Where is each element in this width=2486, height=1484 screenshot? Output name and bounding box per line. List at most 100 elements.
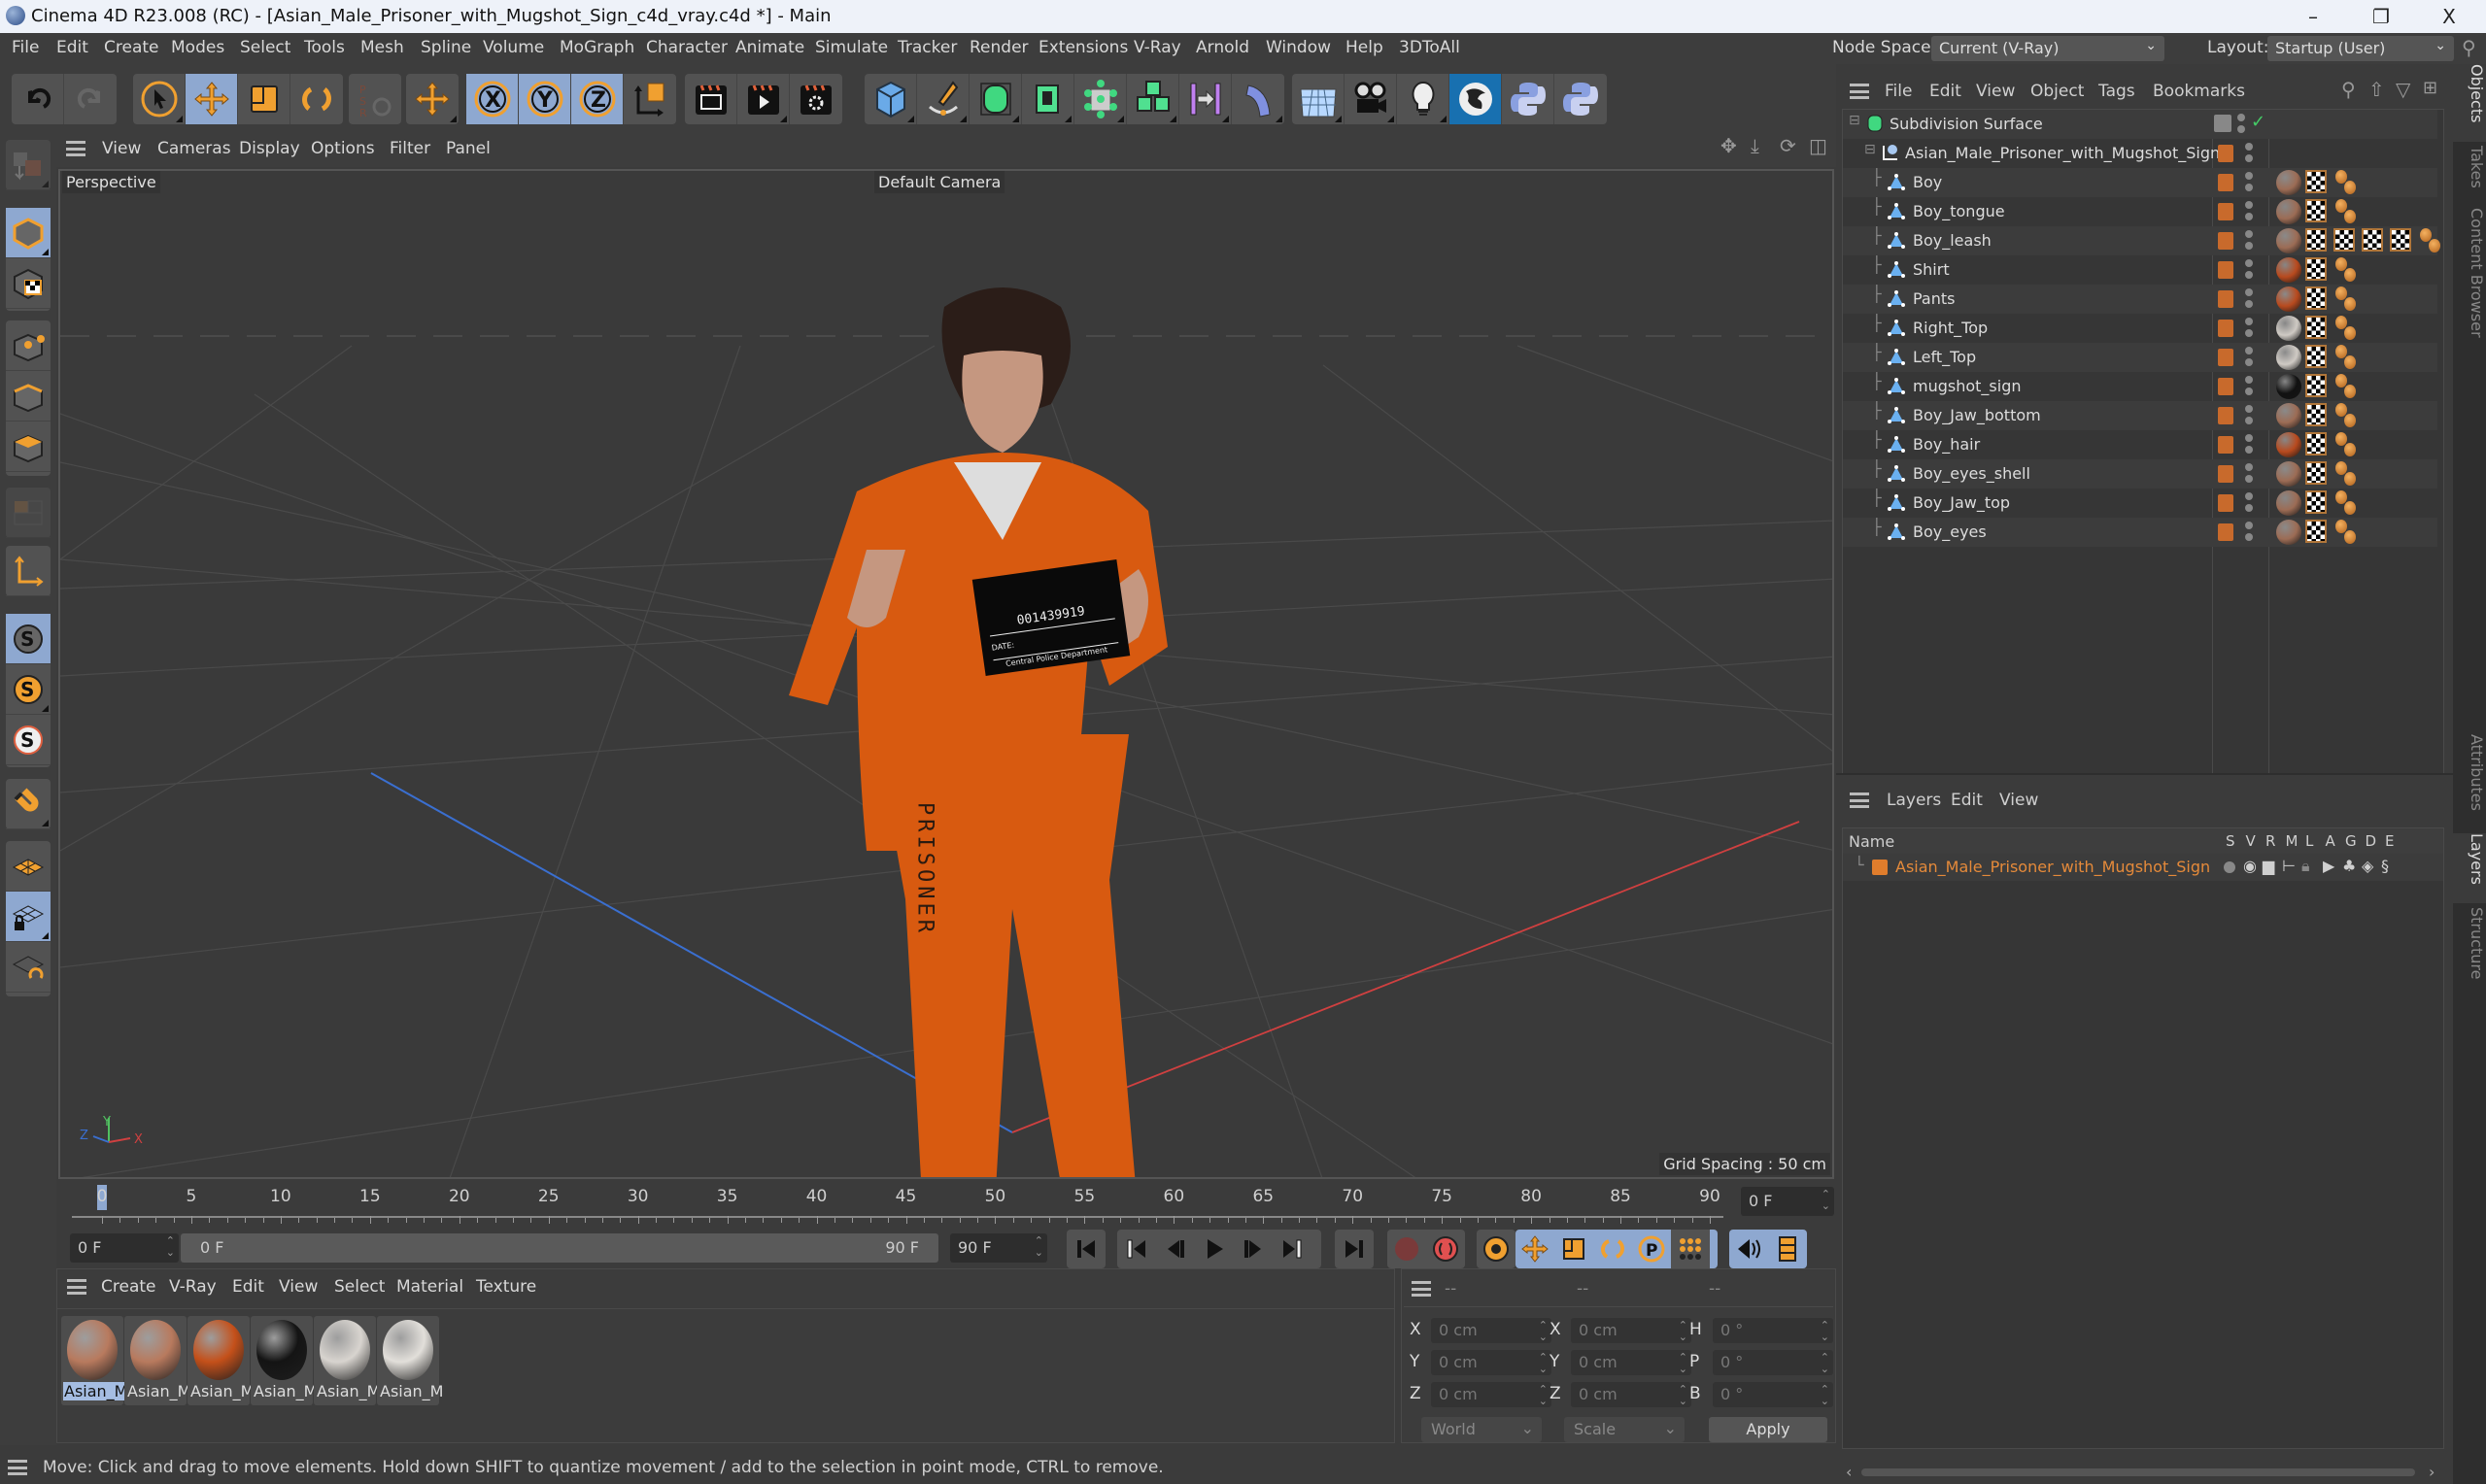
layers-menu-edit[interactable]: Edit [1951,791,1983,810]
objects-menu-edit[interactable]: Edit [1929,82,1961,101]
z-axis-button[interactable]: Z [571,74,624,124]
coordinate-field[interactable]: 0 cm ⌃ ⌄ [1571,1350,1691,1375]
axis-mode-button[interactable] [6,546,51,596]
material-tag-icon[interactable] [2276,257,2301,283]
material-tag-icon[interactable] [2276,287,2301,312]
layer-color-swatch[interactable] [2218,378,2233,395]
material-menu-material[interactable]: Material [396,1277,463,1297]
viewport-hamburger-icon[interactable] [66,141,85,156]
menu-render[interactable]: Render [970,38,1029,57]
world-coordinates-button[interactable] [624,74,676,124]
phong-tag-icon[interactable] [2335,316,2359,341]
menu-create[interactable]: Create [104,38,159,57]
menu-simulate[interactable]: Simulate [815,38,888,57]
layout-select[interactable]: Startup (User) ⌄ [2267,36,2454,61]
texture-tag-icon[interactable] [2305,228,2327,252]
texture-tag-icon[interactable] [2305,490,2327,514]
spinner-icon[interactable]: ⌃ ⌄ [1821,1320,1829,1343]
spinner-icon[interactable]: ⌃ ⌄ [1822,1189,1830,1212]
material-name[interactable]: Asian_M [316,1382,381,1400]
material-tag-icon[interactable] [2276,403,2301,428]
menu-extensions[interactable]: Extensions [1039,38,1128,57]
floor-button[interactable] [1292,74,1345,124]
layer-color-swatch[interactable] [2218,203,2233,220]
layer-color-swatch[interactable] [2218,494,2233,512]
layer-color-swatch[interactable] [2218,465,2233,483]
material-tag-icon[interactable] [2276,461,2301,487]
go-to-end-button[interactable] [1335,1230,1374,1268]
key-pla-button[interactable] [1671,1230,1710,1268]
material-menu-view[interactable]: View [279,1277,318,1297]
edge-mode-button[interactable] [6,371,51,422]
texture-mode-button[interactable] [6,258,51,309]
uv-mode-button[interactable] [6,488,51,538]
timeline-settings-button[interactable] [1768,1230,1807,1268]
material-name[interactable]: Asian_M [253,1382,318,1400]
material-tag-icon[interactable] [2276,432,2301,457]
generators-icon[interactable]: ♣ [2342,857,2356,875]
coordinates-hamburger-icon[interactable] [1412,1281,1431,1297]
tab-attributes[interactable]: Attributes [2453,734,2486,831]
object-row[interactable]: ├ Boy_hair [1843,430,2437,459]
symmetry-button[interactable] [1179,74,1232,124]
menu-tools[interactable]: Tools [304,38,345,57]
viewport-menu-panel[interactable]: Panel [446,139,491,158]
y-axis-button[interactable]: Y [519,74,571,124]
layer-column-header[interactable]: M [2286,832,2299,850]
texture-tag-icon[interactable] [2305,403,2327,426]
coordinate-system-button[interactable] [406,74,459,124]
visibility-dots[interactable] [2245,405,2253,428]
phong-tag-icon[interactable] [2335,432,2359,457]
render-view-button[interactable] [685,74,737,124]
layer-column-header[interactable]: L [2305,832,2313,850]
light-button[interactable] [1397,74,1449,124]
texture-tag-icon[interactable] [2305,199,2327,222]
maximize-view-icon[interactable]: ◫ [1809,134,1827,157]
search-icon[interactable]: ⚲ [2462,36,2476,59]
menu-animate[interactable]: Animate [735,38,804,57]
cube-button[interactable] [865,74,917,124]
status-hamburger-icon[interactable] [8,1460,27,1475]
layer-column-header[interactable]: D [2366,832,2377,850]
visibility-dots[interactable] [2245,318,2253,341]
texture-tag-icon[interactable] [2305,170,2327,193]
object-row[interactable]: ├ Right_Top [1843,314,2437,343]
vray-button[interactable] [1449,74,1502,124]
layers-hamburger-icon[interactable] [1850,793,1869,808]
current-frame-field[interactable]: 0 F ⌃ ⌄ [1741,1187,1834,1216]
spinner-icon[interactable]: ⌃ ⌄ [1679,1320,1687,1343]
python-button[interactable] [1502,74,1554,124]
material-menu-create[interactable]: Create [101,1277,156,1297]
material-tag-icon[interactable] [2276,490,2301,516]
undo-button[interactable] [12,74,64,124]
new-window-icon[interactable]: ⊞ [2423,78,2437,98]
menu-help[interactable]: Help [1345,38,1383,57]
end-frame-field[interactable]: 90 F ⌃ ⌄ [950,1233,1047,1263]
object-row[interactable]: ├ Boy_tongue [1843,197,2437,226]
rotate-view-icon[interactable]: ⟳ [1780,134,1796,157]
phong-tag-icon[interactable] [2335,461,2359,487]
spinner-icon[interactable]: ⌃ ⌄ [1821,1352,1829,1375]
layer-color-swatch[interactable] [2218,349,2233,366]
dolly-view-icon[interactable]: ⤓ [1751,134,1759,157]
phong-tag-icon[interactable] [2420,228,2443,253]
layer-column-header[interactable]: S [2226,832,2235,850]
point-mode-button[interactable] [6,320,51,371]
snap-button[interactable]: S [6,614,51,664]
scrollbar-thumb[interactable] [1861,1468,2415,1476]
viewport-menu-filter[interactable]: Filter [390,139,430,158]
extrude-button[interactable] [1022,74,1074,124]
material-tag-icon[interactable] [2276,374,2301,399]
horizontal-scrollbar[interactable]: ‹ › [1842,1463,2444,1484]
psr-button[interactable]: PSR [349,74,401,124]
next-frame-button[interactable] [1234,1230,1273,1268]
camera-button[interactable] [1345,74,1397,124]
coordinate-transform-select[interactable]: Scale ⌄ [1564,1417,1685,1442]
menu-character[interactable]: Character [646,38,728,57]
move-button[interactable] [186,74,238,124]
visibility-dots[interactable] [2245,463,2253,487]
objects-menu-file[interactable]: File [1885,82,1912,101]
material-menu-vray[interactable]: V-Ray [169,1277,217,1297]
visibility-dots[interactable] [2245,492,2253,516]
menu-spline[interactable]: Spline [421,38,471,57]
